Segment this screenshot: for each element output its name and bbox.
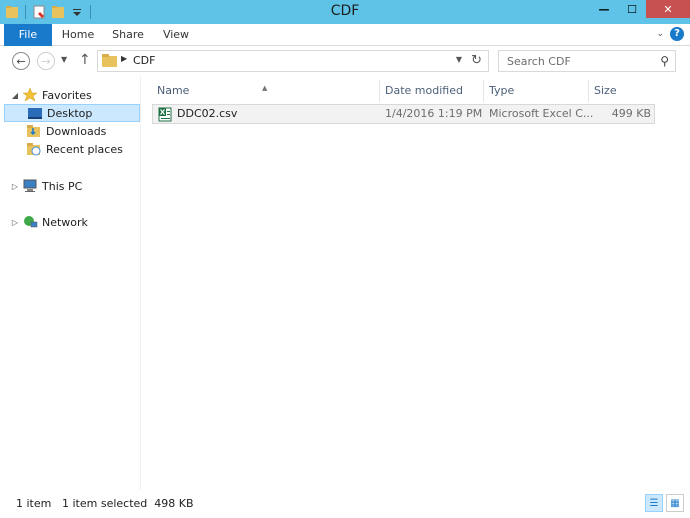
close-button[interactable]: ✕ [646, 0, 690, 18]
tab-home[interactable]: Home [56, 24, 100, 46]
file-date-modified: 1/4/2016 1:19 PM [385, 107, 483, 120]
large-icons-view-icon[interactable]: ▦ [666, 494, 684, 512]
ribbon-controls: ⌄ ? [656, 27, 684, 41]
column-header-name[interactable]: ▲ Name [152, 80, 380, 102]
tree-label: This PC [42, 179, 83, 193]
breadcrumb-chevron-icon[interactable]: ▶ [121, 54, 127, 63]
item-count: 1 item [16, 497, 52, 510]
star-icon [22, 87, 38, 102]
expand-ribbon-icon[interactable]: ⌄ [656, 29, 664, 39]
expand-arrow-icon[interactable]: ▷ [10, 182, 20, 191]
desktop-icon [27, 106, 43, 120]
tree-label: Network [42, 215, 88, 229]
file-name: DDC02.csv [177, 107, 238, 120]
column-label: Type [489, 84, 515, 97]
selection-info: 1 item selected 498 KB [62, 497, 194, 510]
navigation-bar: ← → ▼ ↑ ▶ CDF ▼ ↻ Search CDF ⚲ [0, 46, 690, 76]
column-header-size[interactable]: Size [589, 80, 655, 102]
excel-csv-icon [158, 107, 174, 123]
column-header-date-modified[interactable]: Date modified [380, 80, 484, 102]
tree-label: Favorites [42, 88, 92, 102]
tab-share[interactable]: Share [106, 24, 150, 46]
maximize-button[interactable]: ☐ [618, 0, 646, 18]
title-bar: CDF — ☐ ✕ [0, 0, 690, 24]
explorer-window: CDF — ☐ ✕ File Home Share View ⌄ ? ← → ▼… [0, 0, 690, 518]
status-bar: 1 item 1 item selected 498 KB ☰ ▦ [0, 490, 690, 518]
recent-locations-dropdown-icon[interactable]: ▼ [61, 55, 67, 64]
tree-item-favorites[interactable]: ◢ Favorites [0, 86, 140, 104]
up-arrow-icon[interactable]: ↑ [79, 52, 91, 68]
sort-ascending-icon: ▲ [262, 84, 268, 92]
tree-item-desktop[interactable]: Desktop [4, 104, 140, 122]
recent-places-icon [26, 142, 42, 156]
column-label: Date modified [385, 84, 463, 97]
tree-item-network[interactable]: ▷ Network [0, 213, 140, 231]
tree-label: Desktop [47, 106, 93, 120]
tree-label: Downloads [46, 124, 107, 138]
tree-label: Recent places [46, 142, 123, 156]
help-icon[interactable]: ? [670, 27, 684, 41]
details-view-icon[interactable]: ☰ [645, 494, 663, 512]
forward-button[interactable]: → [37, 52, 55, 70]
tree-item-this-pc[interactable]: ▷ This PC [0, 177, 140, 195]
file-type: Microsoft Excel C... [489, 107, 594, 120]
search-icon[interactable]: ⚲ [660, 54, 669, 68]
breadcrumb-current[interactable]: CDF [133, 54, 155, 67]
expand-arrow-icon[interactable]: ▷ [10, 218, 20, 227]
address-dropdown-icon[interactable]: ▼ [456, 55, 462, 64]
content-area: ◢ Favorites Desktop Downloads Recent pla… [0, 76, 690, 490]
column-label: Name [157, 84, 190, 97]
back-button[interactable]: ← [12, 52, 30, 70]
navigation-pane: ◢ Favorites Desktop Downloads Recent pla… [0, 76, 141, 490]
file-row[interactable]: DDC02.csv 1/4/2016 1:19 PM Microsoft Exc… [152, 104, 655, 124]
file-list: ▲ Name Date modified Type Size DDC02.csv… [152, 76, 690, 490]
column-label: Size [594, 84, 617, 97]
window-controls: — ☐ ✕ [590, 0, 690, 18]
network-icon [22, 215, 38, 229]
window-title: CDF [330, 3, 360, 19]
tree-item-recent-places[interactable]: Recent places [0, 140, 140, 158]
search-input[interactable]: Search CDF [507, 55, 571, 68]
address-bar[interactable]: ▶ CDF ▼ ↻ [97, 50, 489, 72]
downloads-folder-icon [26, 124, 42, 138]
folder-icon [102, 54, 118, 68]
tree-item-downloads[interactable]: Downloads [0, 122, 140, 140]
tab-view[interactable]: View [154, 24, 198, 46]
tab-file[interactable]: File [4, 24, 52, 46]
computer-icon [22, 179, 38, 193]
file-size: 499 KB [611, 107, 651, 120]
search-box[interactable]: Search CDF ⚲ [498, 50, 676, 72]
collapse-arrow-icon[interactable]: ◢ [10, 91, 20, 100]
minimize-button[interactable]: — [590, 0, 618, 18]
ribbon-tabs: File Home Share View ⌄ ? [0, 24, 690, 46]
refresh-icon[interactable]: ↻ [471, 53, 482, 68]
column-header-type[interactable]: Type [484, 80, 589, 102]
